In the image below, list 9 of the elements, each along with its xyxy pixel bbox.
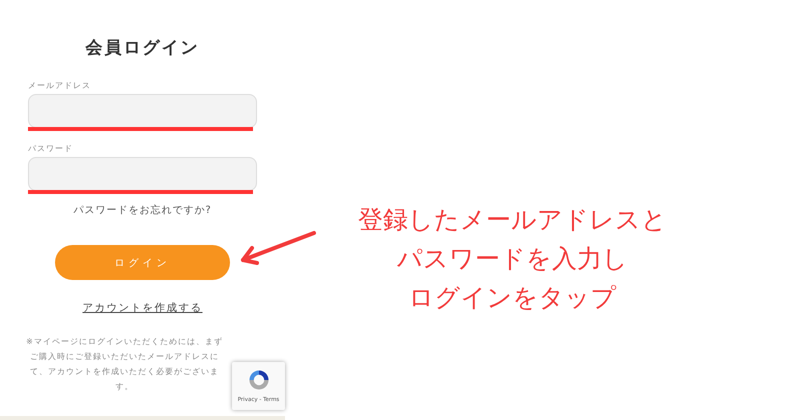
annotation-text: 登録したメールアドレスと パスワードを入力し ログインをタップ — [358, 204, 667, 314]
forgot-password-link[interactable]: パスワードをお忘れですか? — [73, 203, 212, 217]
input-field[interactable] — [28, 157, 257, 191]
input-field[interactable] — [28, 94, 257, 128]
page-title: 会員ログイン — [86, 37, 200, 59]
field-label: パスワード — [28, 143, 73, 154]
field-label: メールアドレス — [28, 80, 91, 91]
note-text: ※マイページにログインいただくためには、まずご購入時にご登録いただいたメールアドレスにて、アカウントを作成いただく必要がございます。 — [25, 336, 224, 393]
create-account-link[interactable]: アカウントを作成する — [82, 301, 202, 315]
